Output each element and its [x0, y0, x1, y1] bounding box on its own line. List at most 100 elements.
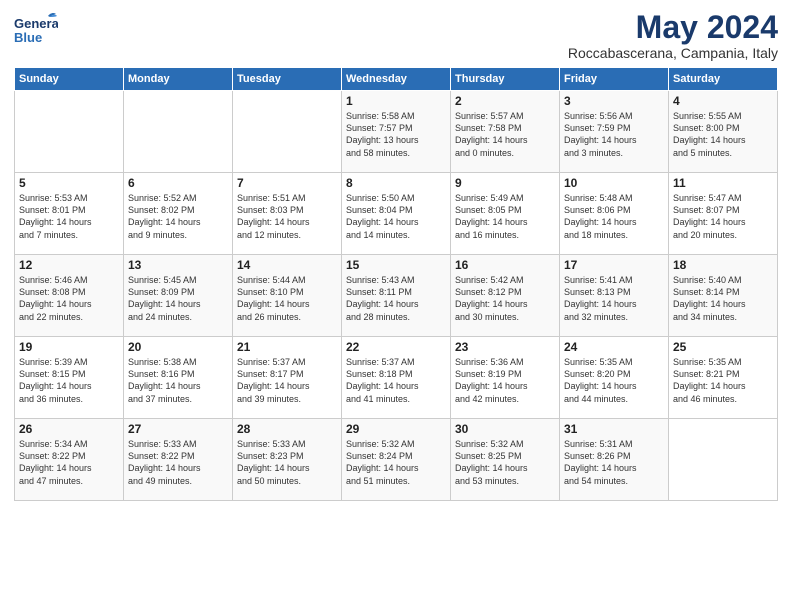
day-number: 7 [237, 176, 337, 190]
cell-0-1 [124, 91, 233, 173]
day-number: 9 [455, 176, 555, 190]
day-number: 16 [455, 258, 555, 272]
cell-2-0: 12Sunrise: 5:46 AMSunset: 8:08 PMDayligh… [15, 255, 124, 337]
cell-content: Sunrise: 5:44 AMSunset: 8:10 PMDaylight:… [237, 274, 337, 323]
cell-4-1: 27 Sunrise: 5:33 AMSunset: 8:22 PMDayligh… [124, 419, 233, 501]
week-row-3: 12Sunrise: 5:46 AMSunset: 8:08 PMDayligh… [15, 255, 778, 337]
cell-1-4: 9Sunrise: 5:49 AMSunset: 8:05 PMDaylight… [451, 173, 560, 255]
cell-content: Sunrise: 5:42 AMSunset: 8:12 PMDaylight:… [455, 274, 555, 323]
cell-content: Sunrise: 5:32 AMSunset: 8:24 PMDaylight:… [346, 438, 446, 487]
calendar-table: Sunday Monday Tuesday Wednesday Thursday… [14, 67, 778, 501]
cell-content: Sunrise: 5:51 AMSunset: 8:03 PMDaylight:… [237, 192, 337, 241]
col-thursday: Thursday [451, 68, 560, 91]
week-row-4: 19 Sunrise: 5:39 AMSunset: 8:15 PMDayligh… [15, 337, 778, 419]
header: General Blue May 2024 Roccabascerana, Ca… [14, 10, 778, 61]
cell-content: Sunrise: 5:39 AMSunset: 8:15 PMDaylight:… [19, 356, 119, 405]
page-container: General Blue May 2024 Roccabascerana, Ca… [0, 0, 792, 507]
cell-3-2: 21Sunrise: 5:37 AMSunset: 8:17 PMDayligh… [233, 337, 342, 419]
cell-1-5: 10Sunrise: 5:48 AMSunset: 8:06 PMDayligh… [560, 173, 669, 255]
cell-content: Sunrise: 5:52 AMSunset: 8:02 PMDaylight:… [128, 192, 228, 241]
logo: General Blue [14, 10, 58, 48]
day-number: 21 [237, 340, 337, 354]
cell-3-0: 19 Sunrise: 5:39 AMSunset: 8:15 PMDayligh… [15, 337, 124, 419]
cell-4-4: 30 Sunrise: 5:32 AMSunset: 8:25 PMDayligh… [451, 419, 560, 501]
calendar-header-row: Sunday Monday Tuesday Wednesday Thursday… [15, 68, 778, 91]
col-saturday: Saturday [669, 68, 778, 91]
cell-content: Sunrise: 5:58 AMSunset: 7:57 PMDaylight:… [346, 110, 446, 159]
cell-2-3: 15 Sunrise: 5:43 AMSunset: 8:11 PMDayligh… [342, 255, 451, 337]
cell-4-2: 28Sunrise: 5:33 AMSunset: 8:23 PMDayligh… [233, 419, 342, 501]
location: Roccabascerana, Campania, Italy [568, 45, 778, 61]
logo-icon: General Blue [14, 10, 58, 48]
cell-4-6 [669, 419, 778, 501]
day-number: 20 [128, 340, 228, 354]
day-number: 15 [346, 258, 446, 272]
day-number: 31 [564, 422, 664, 436]
cell-4-3: 29Sunrise: 5:32 AMSunset: 8:24 PMDayligh… [342, 419, 451, 501]
day-number: 6 [128, 176, 228, 190]
cell-content: Sunrise: 5:40 AMSunset: 8:14 PMDaylight:… [673, 274, 773, 323]
cell-2-1: 13Sunrise: 5:45 AMSunset: 8:09 PMDayligh… [124, 255, 233, 337]
day-number: 19 [19, 340, 119, 354]
cell-content: Sunrise: 5:53 AMSunset: 8:01 PMDaylight:… [19, 192, 119, 241]
day-number: 22 [346, 340, 446, 354]
cell-content: Sunrise: 5:57 AMSunset: 7:58 PMDaylight:… [455, 110, 555, 159]
cell-content: Sunrise: 5:33 AMSunset: 8:23 PMDaylight:… [237, 438, 337, 487]
cell-0-0 [15, 91, 124, 173]
week-row-5: 26Sunrise: 5:34 AMSunset: 8:22 PMDayligh… [15, 419, 778, 501]
day-number: 27 [128, 422, 228, 436]
day-number: 2 [455, 94, 555, 108]
cell-content: Sunrise: 5:35 AMSunset: 8:21 PMDaylight:… [673, 356, 773, 405]
cell-0-6: 4 Sunrise: 5:55 AMSunset: 8:00 PMDaylight… [669, 91, 778, 173]
cell-2-2: 14 Sunrise: 5:44 AMSunset: 8:10 PMDayligh… [233, 255, 342, 337]
cell-1-0: 5Sunrise: 5:53 AMSunset: 8:01 PMDaylight… [15, 173, 124, 255]
day-number: 10 [564, 176, 664, 190]
col-wednesday: Wednesday [342, 68, 451, 91]
cell-content: Sunrise: 5:33 AMSunset: 8:22 PMDaylight:… [128, 438, 228, 487]
cell-content: Sunrise: 5:38 AMSunset: 8:16 PMDaylight:… [128, 356, 228, 405]
cell-3-1: 20 Sunrise: 5:38 AMSunset: 8:16 PMDayligh… [124, 337, 233, 419]
cell-content: Sunrise: 5:47 AMSunset: 8:07 PMDaylight:… [673, 192, 773, 241]
cell-3-3: 22Sunrise: 5:37 AMSunset: 8:18 PMDayligh… [342, 337, 451, 419]
month-title: May 2024 [568, 10, 778, 45]
cell-content: Sunrise: 5:41 AMSunset: 8:13 PMDaylight:… [564, 274, 664, 323]
cell-content: Sunrise: 5:35 AMSunset: 8:20 PMDaylight:… [564, 356, 664, 405]
day-number: 1 [346, 94, 446, 108]
day-number: 3 [564, 94, 664, 108]
day-number: 26 [19, 422, 119, 436]
cell-0-3: 1 Sunrise: 5:58 AMSunset: 7:57 PMDaylight… [342, 91, 451, 173]
cell-content: Sunrise: 5:46 AMSunset: 8:08 PMDaylight:… [19, 274, 119, 323]
col-monday: Monday [124, 68, 233, 91]
day-number: 23 [455, 340, 555, 354]
cell-2-4: 16 Sunrise: 5:42 AMSunset: 8:12 PMDayligh… [451, 255, 560, 337]
col-tuesday: Tuesday [233, 68, 342, 91]
cell-content: Sunrise: 5:55 AMSunset: 8:00 PMDaylight:… [673, 110, 773, 159]
day-number: 30 [455, 422, 555, 436]
day-number: 14 [237, 258, 337, 272]
day-number: 4 [673, 94, 773, 108]
cell-content: Sunrise: 5:56 AMSunset: 7:59 PMDaylight:… [564, 110, 664, 159]
day-number: 8 [346, 176, 446, 190]
col-sunday: Sunday [15, 68, 124, 91]
week-row-2: 5Sunrise: 5:53 AMSunset: 8:01 PMDaylight… [15, 173, 778, 255]
cell-3-5: 24 Sunrise: 5:35 AMSunset: 8:20 PMDayligh… [560, 337, 669, 419]
cell-4-5: 31 Sunrise: 5:31 AMSunset: 8:26 PMDayligh… [560, 419, 669, 501]
cell-1-1: 6 Sunrise: 5:52 AMSunset: 8:02 PMDaylight… [124, 173, 233, 255]
cell-content: Sunrise: 5:32 AMSunset: 8:25 PMDaylight:… [455, 438, 555, 487]
cell-content: Sunrise: 5:31 AMSunset: 8:26 PMDaylight:… [564, 438, 664, 487]
day-number: 17 [564, 258, 664, 272]
cell-4-0: 26Sunrise: 5:34 AMSunset: 8:22 PMDayligh… [15, 419, 124, 501]
cell-1-6: 11Sunrise: 5:47 AMSunset: 8:07 PMDayligh… [669, 173, 778, 255]
cell-content: Sunrise: 5:50 AMSunset: 8:04 PMDaylight:… [346, 192, 446, 241]
day-number: 18 [673, 258, 773, 272]
cell-content: Sunrise: 5:36 AMSunset: 8:19 PMDaylight:… [455, 356, 555, 405]
svg-text:Blue: Blue [14, 30, 42, 45]
svg-text:General: General [14, 16, 58, 31]
day-number: 25 [673, 340, 773, 354]
cell-content: Sunrise: 5:43 AMSunset: 8:11 PMDaylight:… [346, 274, 446, 323]
day-number: 24 [564, 340, 664, 354]
cell-1-3: 8 Sunrise: 5:50 AMSunset: 8:04 PMDaylight… [342, 173, 451, 255]
cell-0-5: 3 Sunrise: 5:56 AMSunset: 7:59 PMDaylight… [560, 91, 669, 173]
cell-2-6: 18 Sunrise: 5:40 AMSunset: 8:14 PMDayligh… [669, 255, 778, 337]
cell-content: Sunrise: 5:45 AMSunset: 8:09 PMDaylight:… [128, 274, 228, 323]
